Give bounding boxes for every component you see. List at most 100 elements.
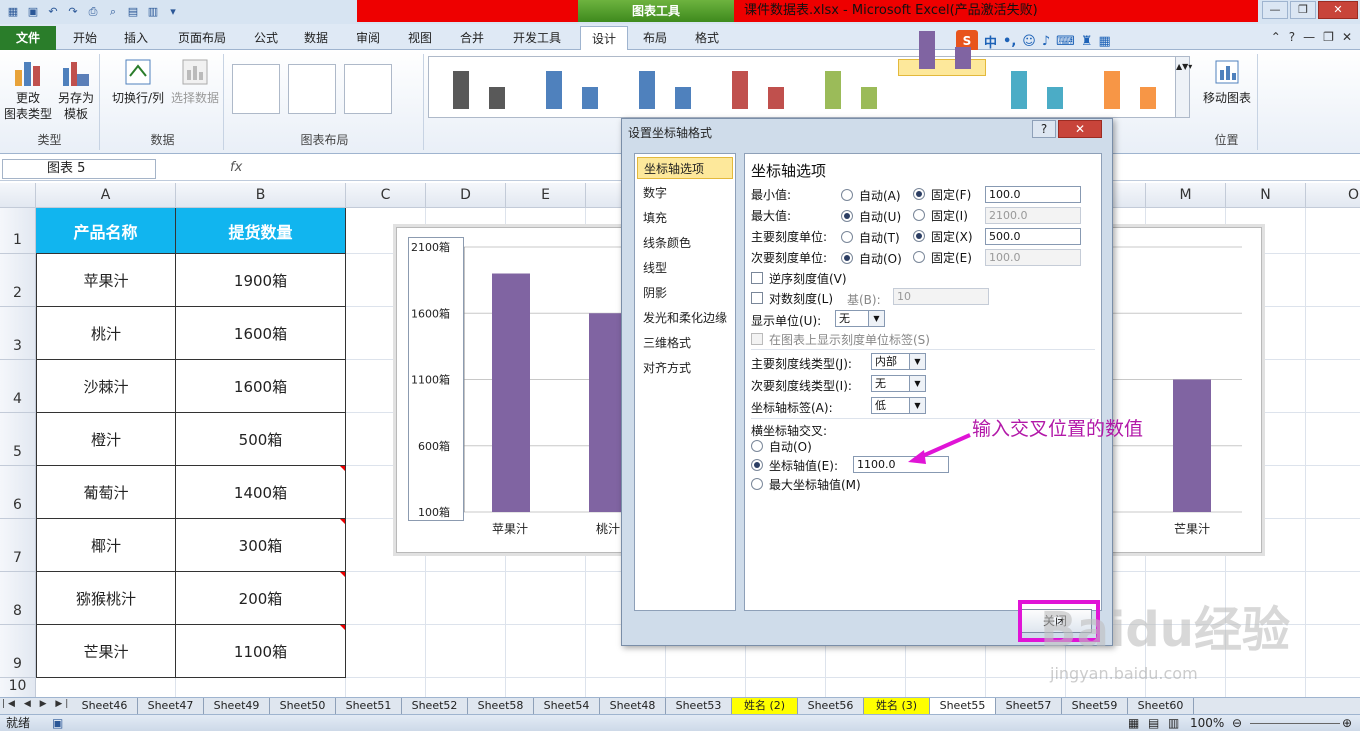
customize-qat-icon[interactable]: ▾ [164, 3, 182, 21]
layout-thumb-1[interactable] [232, 64, 280, 114]
tab-formulas[interactable]: 公式 [244, 26, 288, 50]
sheet-nav-icons[interactable]: |◀ ◀ ▶ ▶| [2, 699, 71, 709]
row-header-5[interactable]: 5 [0, 413, 36, 466]
row-header-6[interactable]: 6 [0, 466, 36, 519]
max-auto-radio[interactable] [841, 210, 853, 222]
row-header-3[interactable]: 3 [0, 307, 36, 360]
dialog-nav-item[interactable]: 三维格式 [637, 332, 733, 354]
tools-grid-icon[interactable]: ▦ [1099, 34, 1111, 49]
chart-style-4[interactable] [712, 59, 800, 115]
tab-merge[interactable]: 合并 [450, 26, 494, 50]
chart-style-1[interactable] [433, 59, 521, 115]
tab-view[interactable]: 视图 [398, 26, 442, 50]
table-header-cell[interactable]: 提货数量 [176, 208, 346, 254]
sheet-tab[interactable]: Sheet46 [72, 698, 138, 714]
table-header-cell[interactable]: 产品名称 [36, 208, 176, 254]
table-cell[interactable]: 桃汁 [36, 307, 176, 360]
help-icon[interactable]: ? [1289, 30, 1295, 44]
sheet-tab[interactable]: Sheet58 [468, 698, 534, 714]
chart-style-3[interactable] [619, 59, 707, 115]
minor-value-input[interactable]: 100.0 [985, 249, 1081, 266]
preview-icon[interactable]: ⌕ [104, 3, 122, 21]
tab-design[interactable]: 设计 [580, 26, 628, 50]
column-header-B[interactable]: B [176, 183, 346, 208]
table-cell[interactable]: 橙汁 [36, 413, 176, 466]
sheet-tab[interactable]: Sheet49 [204, 698, 270, 714]
sheet-tab[interactable]: Sheet52 [402, 698, 468, 714]
major-fixed-radio[interactable] [913, 230, 925, 242]
sheet-tab[interactable]: Sheet59 [1062, 698, 1128, 714]
dialog-nav-item[interactable]: 发光和柔化边缘 [637, 307, 733, 329]
restore-icon[interactable]: ❐ [1290, 1, 1316, 19]
dialog-close-icon[interactable]: ✕ [1058, 120, 1102, 138]
save-as-template-button[interactable]: 另存为 模板 [54, 56, 98, 122]
dialog-nav-item[interactable]: 坐标轴选项 [637, 157, 733, 179]
print-icon[interactable]: ⎙ [84, 3, 102, 21]
sheet-tab[interactable]: Sheet51 [336, 698, 402, 714]
table-cell[interactable]: 猕猴桃汁 [36, 572, 176, 625]
chart-style-5[interactable] [805, 59, 893, 115]
table-icon[interactable]: ▤ [124, 3, 142, 21]
tab-developer[interactable]: 开发工具 [502, 26, 572, 50]
close-icon[interactable]: ✕ [1318, 1, 1358, 19]
tab-data[interactable]: 数据 [294, 26, 338, 50]
minor-fixed-radio[interactable] [913, 251, 925, 263]
doc-restore-icon[interactable]: ❐ [1323, 30, 1334, 44]
zoom-in-icon[interactable]: ⊕ [1342, 715, 1352, 731]
zoom-out-icon[interactable]: ⊖ [1232, 715, 1242, 731]
min-fixed-radio[interactable] [913, 188, 925, 200]
macro-record-icon[interactable]: ▣ [52, 715, 63, 731]
row-header-1[interactable]: 1 [0, 208, 36, 254]
display-units-select[interactable]: 无 ▼ [835, 310, 885, 327]
table-cell[interactable]: 200箱 [176, 572, 346, 625]
tab-page-layout[interactable]: 页面布局 [166, 26, 238, 50]
max-value-input[interactable]: 2100.0 [985, 207, 1081, 224]
table-cell[interactable]: 1600箱 [176, 307, 346, 360]
redo-icon[interactable]: ↷ [64, 3, 82, 21]
ribbon-collapse-icon[interactable]: ⌃ [1271, 30, 1281, 44]
tab-home[interactable]: 开始 [62, 26, 108, 50]
column-header-E[interactable]: E [506, 183, 586, 208]
sheet-tab[interactable]: Sheet55 [930, 698, 996, 714]
table-cell[interactable]: 1100箱 [176, 625, 346, 678]
view-page-break-icon[interactable]: ▥ [1168, 715, 1179, 731]
emoji-icon[interactable]: ☺ [1022, 34, 1036, 49]
layout-thumb-3[interactable] [344, 64, 392, 114]
cross-max-radio[interactable] [751, 478, 763, 490]
dialog-nav-item[interactable]: 线型 [637, 257, 733, 279]
tab-review[interactable]: 审阅 [346, 26, 390, 50]
excel-icon[interactable]: ▦ [4, 3, 22, 21]
tab-file[interactable]: 文件 [0, 26, 56, 50]
chart-style-8[interactable] [1084, 59, 1172, 115]
sheet-tab[interactable]: 姓名 (3) [864, 698, 930, 714]
chart-icon[interactable]: ▥ [144, 3, 162, 21]
dialog-nav-item[interactable]: 填充 [637, 207, 733, 229]
select-data-button[interactable]: 选择数据 [168, 56, 222, 106]
table-cell[interactable]: 300箱 [176, 519, 346, 572]
row-header-10[interactable]: 10 [0, 678, 36, 698]
switch-row-col-button[interactable]: 切换行/列 [106, 56, 170, 106]
zoom-level[interactable]: 100% [1190, 715, 1224, 731]
sheet-tab[interactable]: 姓名 (2) [732, 698, 798, 714]
log-scale-checkbox[interactable] [751, 292, 763, 304]
doc-minimize-icon[interactable]: — [1303, 30, 1315, 44]
minor-auto-radio[interactable] [841, 252, 853, 264]
row-header-7[interactable]: 7 [0, 519, 36, 572]
row-header-2[interactable]: 2 [0, 254, 36, 307]
reverse-checkbox[interactable] [751, 272, 763, 284]
sheet-tab[interactable]: Sheet54 [534, 698, 600, 714]
minimize-icon[interactable]: — [1262, 1, 1288, 19]
max-fixed-radio[interactable] [913, 209, 925, 221]
row-header-9[interactable]: 9 [0, 625, 36, 678]
layout-thumb-2[interactable] [288, 64, 336, 114]
punctuation-icon[interactable]: •, [1003, 34, 1016, 49]
table-cell[interactable]: 芒果汁 [36, 625, 176, 678]
change-chart-type-button[interactable]: 更改 图表类型 [4, 56, 52, 122]
name-box[interactable]: 图表 5 [2, 159, 156, 179]
table-cell[interactable]: 椰汁 [36, 519, 176, 572]
table-cell[interactable]: 沙棘汁 [36, 360, 176, 413]
tab-format[interactable]: 格式 [684, 26, 730, 50]
microphone-icon[interactable]: ♪ [1042, 34, 1050, 49]
input-mode[interactable]: 中 [984, 32, 997, 51]
save-icon[interactable]: ▣ [24, 3, 42, 21]
